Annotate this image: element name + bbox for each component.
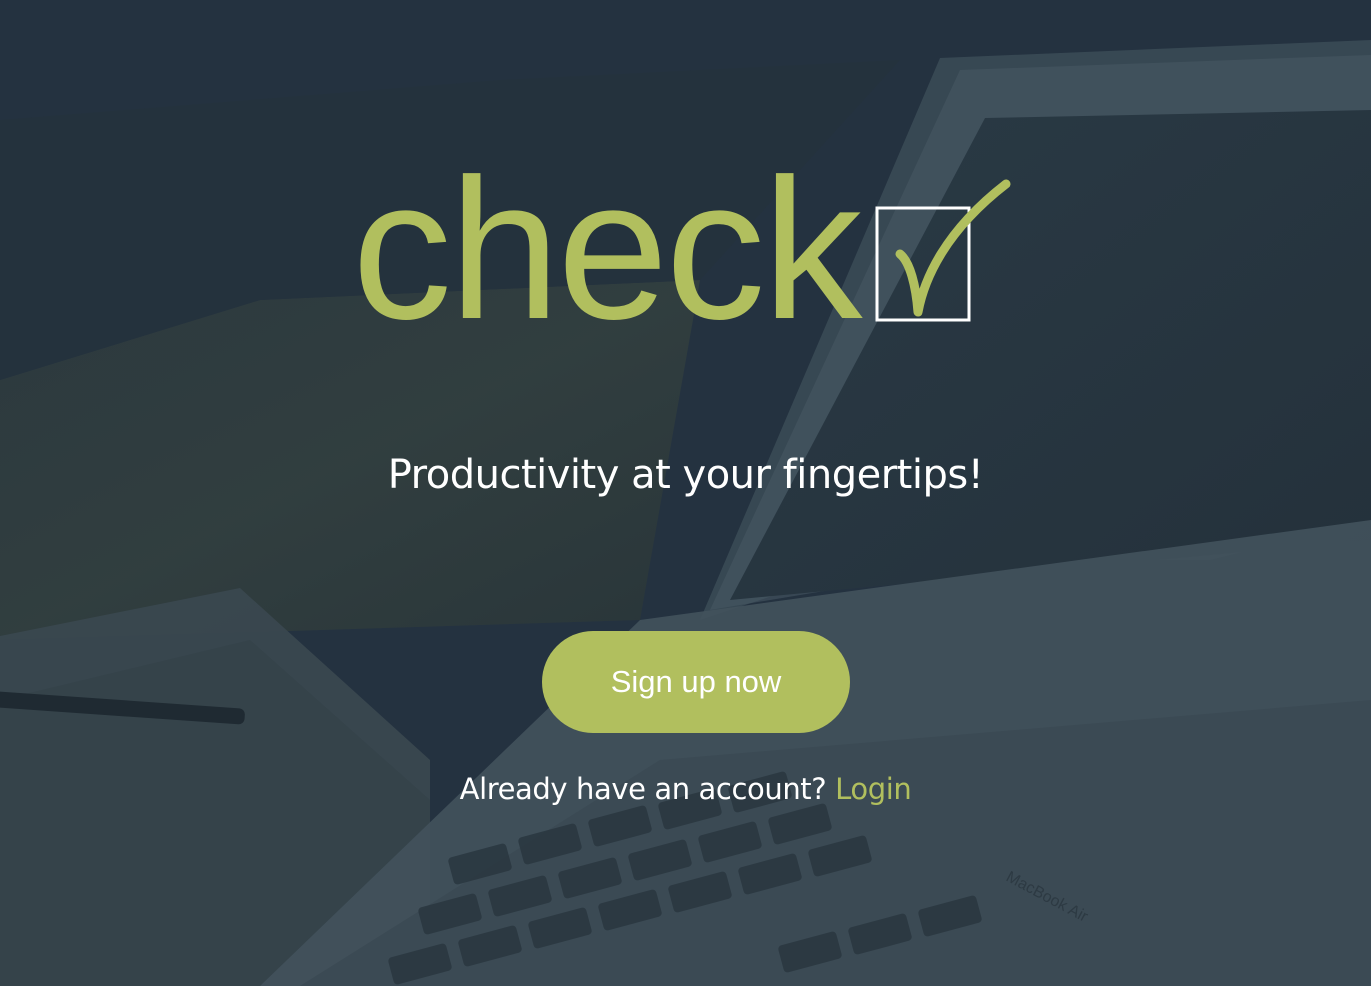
login-prompt-text: Already have an account?	[459, 772, 827, 806]
hero-tagline: Productivity at your fingertips!	[387, 452, 984, 498]
app-logo: check	[352, 150, 1012, 350]
login-link[interactable]: Login	[835, 772, 912, 806]
login-prompt-row: Already have an account? Login	[0, 772, 1371, 806]
logo-wordmark: check	[352, 138, 862, 361]
signup-button[interactable]: Sign up now	[542, 631, 850, 733]
checkbox-checkmark-icon	[875, 179, 1011, 322]
